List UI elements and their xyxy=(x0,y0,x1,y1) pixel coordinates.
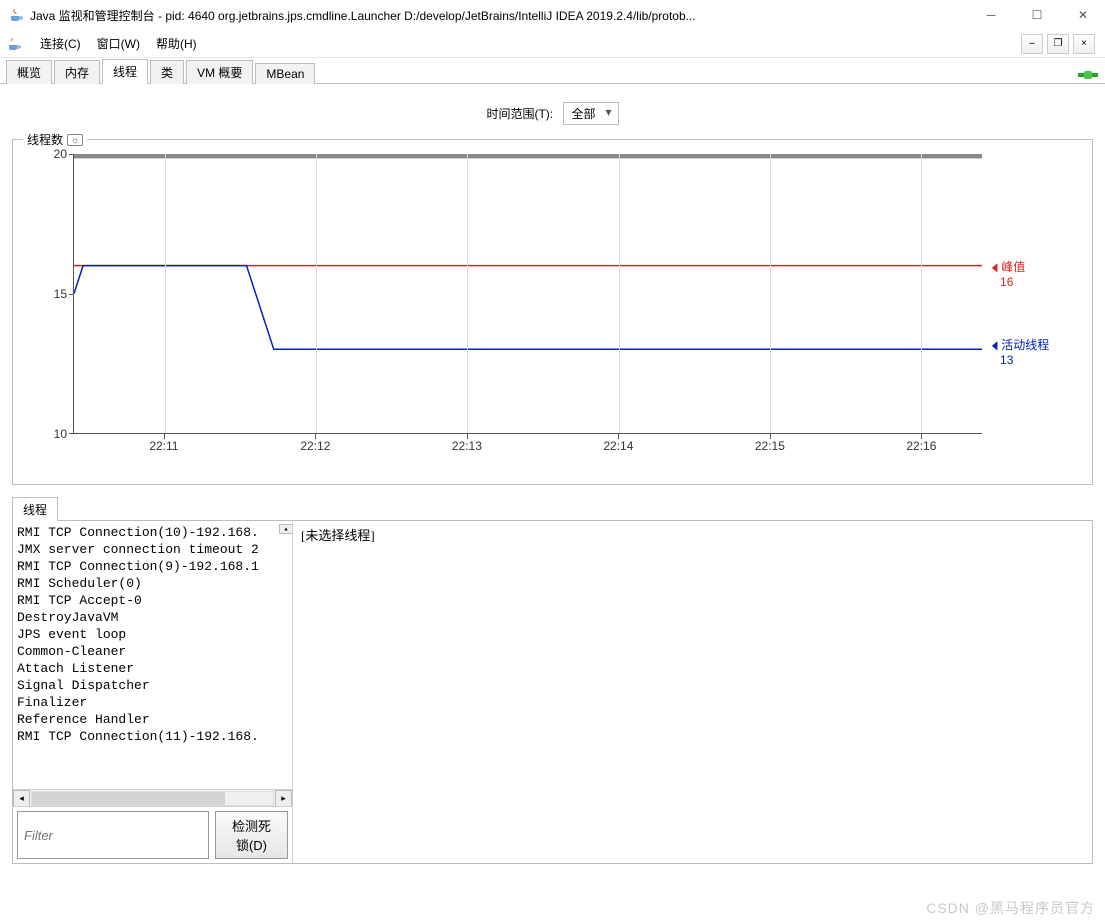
thread-row[interactable]: DestroyJavaVM xyxy=(13,609,292,626)
tab-classes[interactable]: 类 xyxy=(150,60,184,84)
thread-row[interactable]: Attach Listener xyxy=(13,660,292,677)
menu-connect[interactable]: 连接(C) xyxy=(32,31,89,56)
inner-minimize-button[interactable]: ‒ xyxy=(1021,34,1043,54)
maximize-button[interactable]: ☐ xyxy=(1023,5,1051,25)
menu-window[interactable]: 窗口(W) xyxy=(89,31,148,56)
java-icon-small xyxy=(6,36,22,52)
xtick: 22:12 xyxy=(300,439,330,453)
scroll-left-icon[interactable]: ◂ xyxy=(13,790,30,807)
scroll-right-icon[interactable]: ▸ xyxy=(275,790,292,807)
tab-vm[interactable]: VM 概要 xyxy=(186,60,253,84)
xtick: 22:14 xyxy=(603,439,633,453)
inner-close-button[interactable]: × xyxy=(1073,34,1095,54)
window-title: Java 监视和管理控制台 - pid: 4640 org.jetbrains.… xyxy=(30,7,977,24)
thread-row[interactable]: JPS event loop xyxy=(13,626,292,643)
thread-list[interactable]: ▴ RMI TCP Connection(10)-192.168.JMX ser… xyxy=(13,521,292,789)
thread-row[interactable]: Signal Dispatcher xyxy=(13,677,292,694)
ytick-20: 20 xyxy=(54,147,67,161)
watermark: CSDN @黑马程序员官方 xyxy=(926,898,1095,918)
time-range-label: 时间范围(T): xyxy=(486,107,553,121)
xtick: 22:15 xyxy=(755,439,785,453)
connection-status-icon xyxy=(1077,67,1099,83)
filter-input[interactable] xyxy=(17,811,209,859)
minimize-button[interactable]: ─ xyxy=(977,5,1005,25)
list-scroll-up-icon[interactable]: ▴ xyxy=(279,524,292,534)
ytick-10: 10 xyxy=(54,427,67,441)
xtick: 22:16 xyxy=(906,439,936,453)
legend-peak: ◀峰值 16 xyxy=(990,258,1025,289)
time-range-select[interactable]: 全部 xyxy=(563,102,619,125)
java-icon xyxy=(8,7,24,23)
chart-title: 线程数 xyxy=(27,131,63,148)
tab-mbean[interactable]: MBean xyxy=(255,63,315,84)
thread-count-chart: 线程数 ☼ 20 15 10 ◀峰值 16 xyxy=(12,139,1093,485)
thread-row[interactable]: JMX server connection timeout 2 xyxy=(13,541,292,558)
thread-row[interactable]: RMI Scheduler(0) xyxy=(13,575,292,592)
threads-list-tab[interactable]: 线程 xyxy=(12,497,58,521)
thread-detail-placeholder: [未选择线程] xyxy=(293,521,1092,863)
thread-row[interactable]: RMI TCP Accept-0 xyxy=(13,592,292,609)
thread-row[interactable]: Common-Cleaner xyxy=(13,643,292,660)
thread-row[interactable]: RMI TCP Connection(11)-192.168. xyxy=(13,728,292,745)
xtick: 22:13 xyxy=(452,439,482,453)
tab-threads[interactable]: 线程 xyxy=(102,59,148,84)
tab-memory[interactable]: 内存 xyxy=(54,60,100,84)
thread-row[interactable]: RMI TCP Connection(9)-192.168.1 xyxy=(13,558,292,575)
horizontal-scrollbar[interactable]: ◂ ▸ xyxy=(13,789,292,806)
thread-row[interactable]: Reference Handler xyxy=(13,711,292,728)
legend-live: ◀活动线程 13 xyxy=(990,336,1049,367)
ytick-15: 15 xyxy=(54,287,67,301)
thread-row[interactable]: RMI TCP Connection(10)-192.168. xyxy=(13,524,292,541)
thread-row[interactable]: Finalizer xyxy=(13,694,292,711)
menu-help[interactable]: 帮助(H) xyxy=(148,31,205,56)
detect-deadlock-button[interactable]: 检测死锁(D) xyxy=(215,811,288,859)
xtick: 22:11 xyxy=(149,439,178,453)
inner-restore-button[interactable]: ❐ xyxy=(1047,34,1069,54)
tab-overview[interactable]: 概览 xyxy=(6,60,52,84)
close-button[interactable]: ✕ xyxy=(1069,5,1097,25)
chart-collapse-icon[interactable]: ☼ xyxy=(67,134,83,146)
